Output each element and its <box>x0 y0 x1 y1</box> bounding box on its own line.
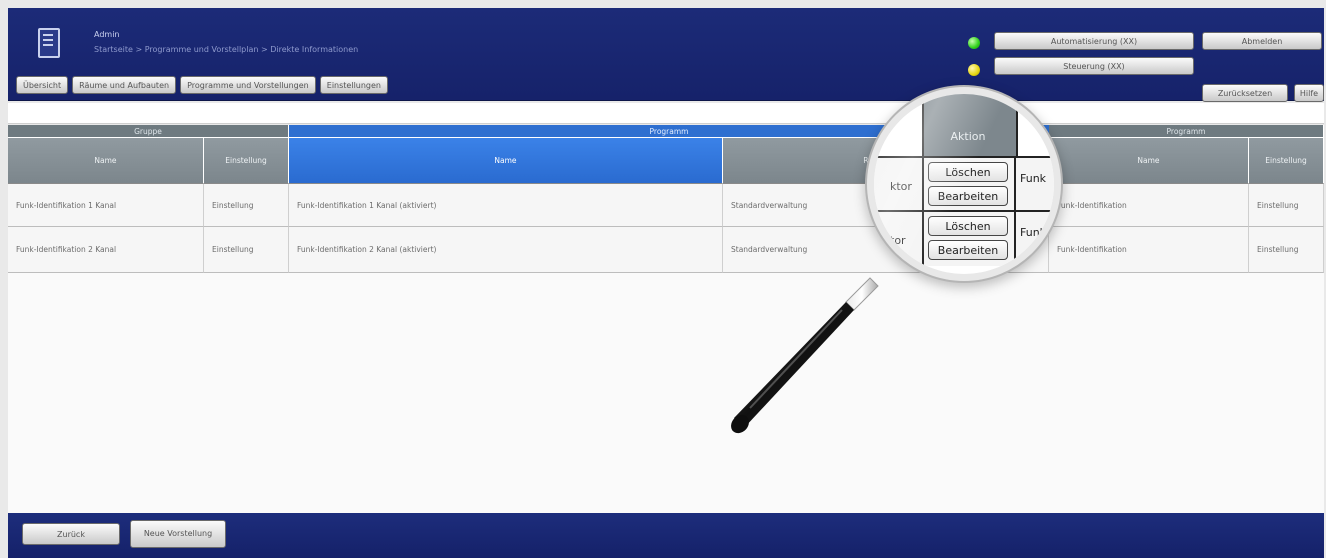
status-warning-icon <box>968 64 980 76</box>
col-header-setting[interactable]: Einstellung <box>204 137 289 183</box>
col-header-program-name[interactable]: Name <box>289 137 723 183</box>
table-cell: Einstellung <box>1249 227 1324 273</box>
logout-button[interactable]: Abmelden <box>1202 32 1322 50</box>
table-cell: Funk-Identifikation 2 Kanal (aktiviert) <box>289 227 723 273</box>
footer-bar: Zurück Neue Vorstellung <box>8 513 1324 558</box>
data-table: Gruppe Programm Programm Name Einstellun… <box>8 125 1324 515</box>
lens-right-fragment: Funk <box>1020 172 1047 185</box>
lens-right-fragment: Funk <box>1020 226 1047 239</box>
nav-button-rooms[interactable]: Räume und Aufbauten <box>72 76 177 94</box>
new-show-button[interactable]: Neue Vorstellung <box>130 520 226 548</box>
group-header-3: Programm <box>1049 125 1324 137</box>
nav-button-settings[interactable]: Einstellungen <box>319 76 388 94</box>
reset-button[interactable]: Zurücksetzen <box>1202 84 1288 102</box>
table-cell: Einstellung <box>1249 183 1324 227</box>
table-cell: Funk-Identifikation 1 Kanal <box>8 183 204 227</box>
help-button[interactable]: Hilfe <box>1294 84 1324 102</box>
table-cell: Einstellung <box>204 227 289 273</box>
col-header-name-2[interactable]: Name <box>1049 137 1249 183</box>
automation-button[interactable]: Automatisierung (XX) <box>994 32 1194 50</box>
status-online-icon <box>968 37 980 49</box>
group-header-1: Gruppe <box>8 125 289 137</box>
col-header-setting-2[interactable]: Einstellung <box>1249 137 1324 183</box>
col-header-name[interactable]: Name <box>8 137 204 183</box>
table-cell: Funk-Identifikation <box>1049 227 1249 273</box>
table-cell: Funk-Identifikation 2 Kanal <box>8 227 204 273</box>
nav-button-overview[interactable]: Übersicht <box>16 76 69 94</box>
document-icon <box>38 28 60 58</box>
magnifier-lens: Aktion ktor Funk Löschen Bearbeiten tor … <box>874 94 1054 274</box>
page-title: Admin <box>94 30 120 39</box>
edit-button[interactable]: Bearbeiten <box>928 240 1008 260</box>
table-cell: Funk-Identifikation <box>1049 183 1249 227</box>
nav-button-programs[interactable]: Programme und Vorstellungen <box>180 76 316 94</box>
back-button[interactable]: Zurück <box>22 523 120 545</box>
main-nav: Übersicht Räume und Aufbauten Programme … <box>16 76 388 94</box>
table-cell: Funk-Identifikation 1 Kanal (aktiviert) <box>289 183 723 227</box>
table-cell: Einstellung <box>204 183 289 227</box>
header-bar: Admin Startseite > Programme und Vorstel… <box>8 8 1324 102</box>
sub-bar <box>8 103 1324 124</box>
control-button[interactable]: Steuerung (XX) <box>994 57 1194 75</box>
breadcrumb: Startseite > Programme und Vorstellplan … <box>94 45 359 54</box>
app-window: Admin Startseite > Programme und Vorstel… <box>0 0 1326 558</box>
